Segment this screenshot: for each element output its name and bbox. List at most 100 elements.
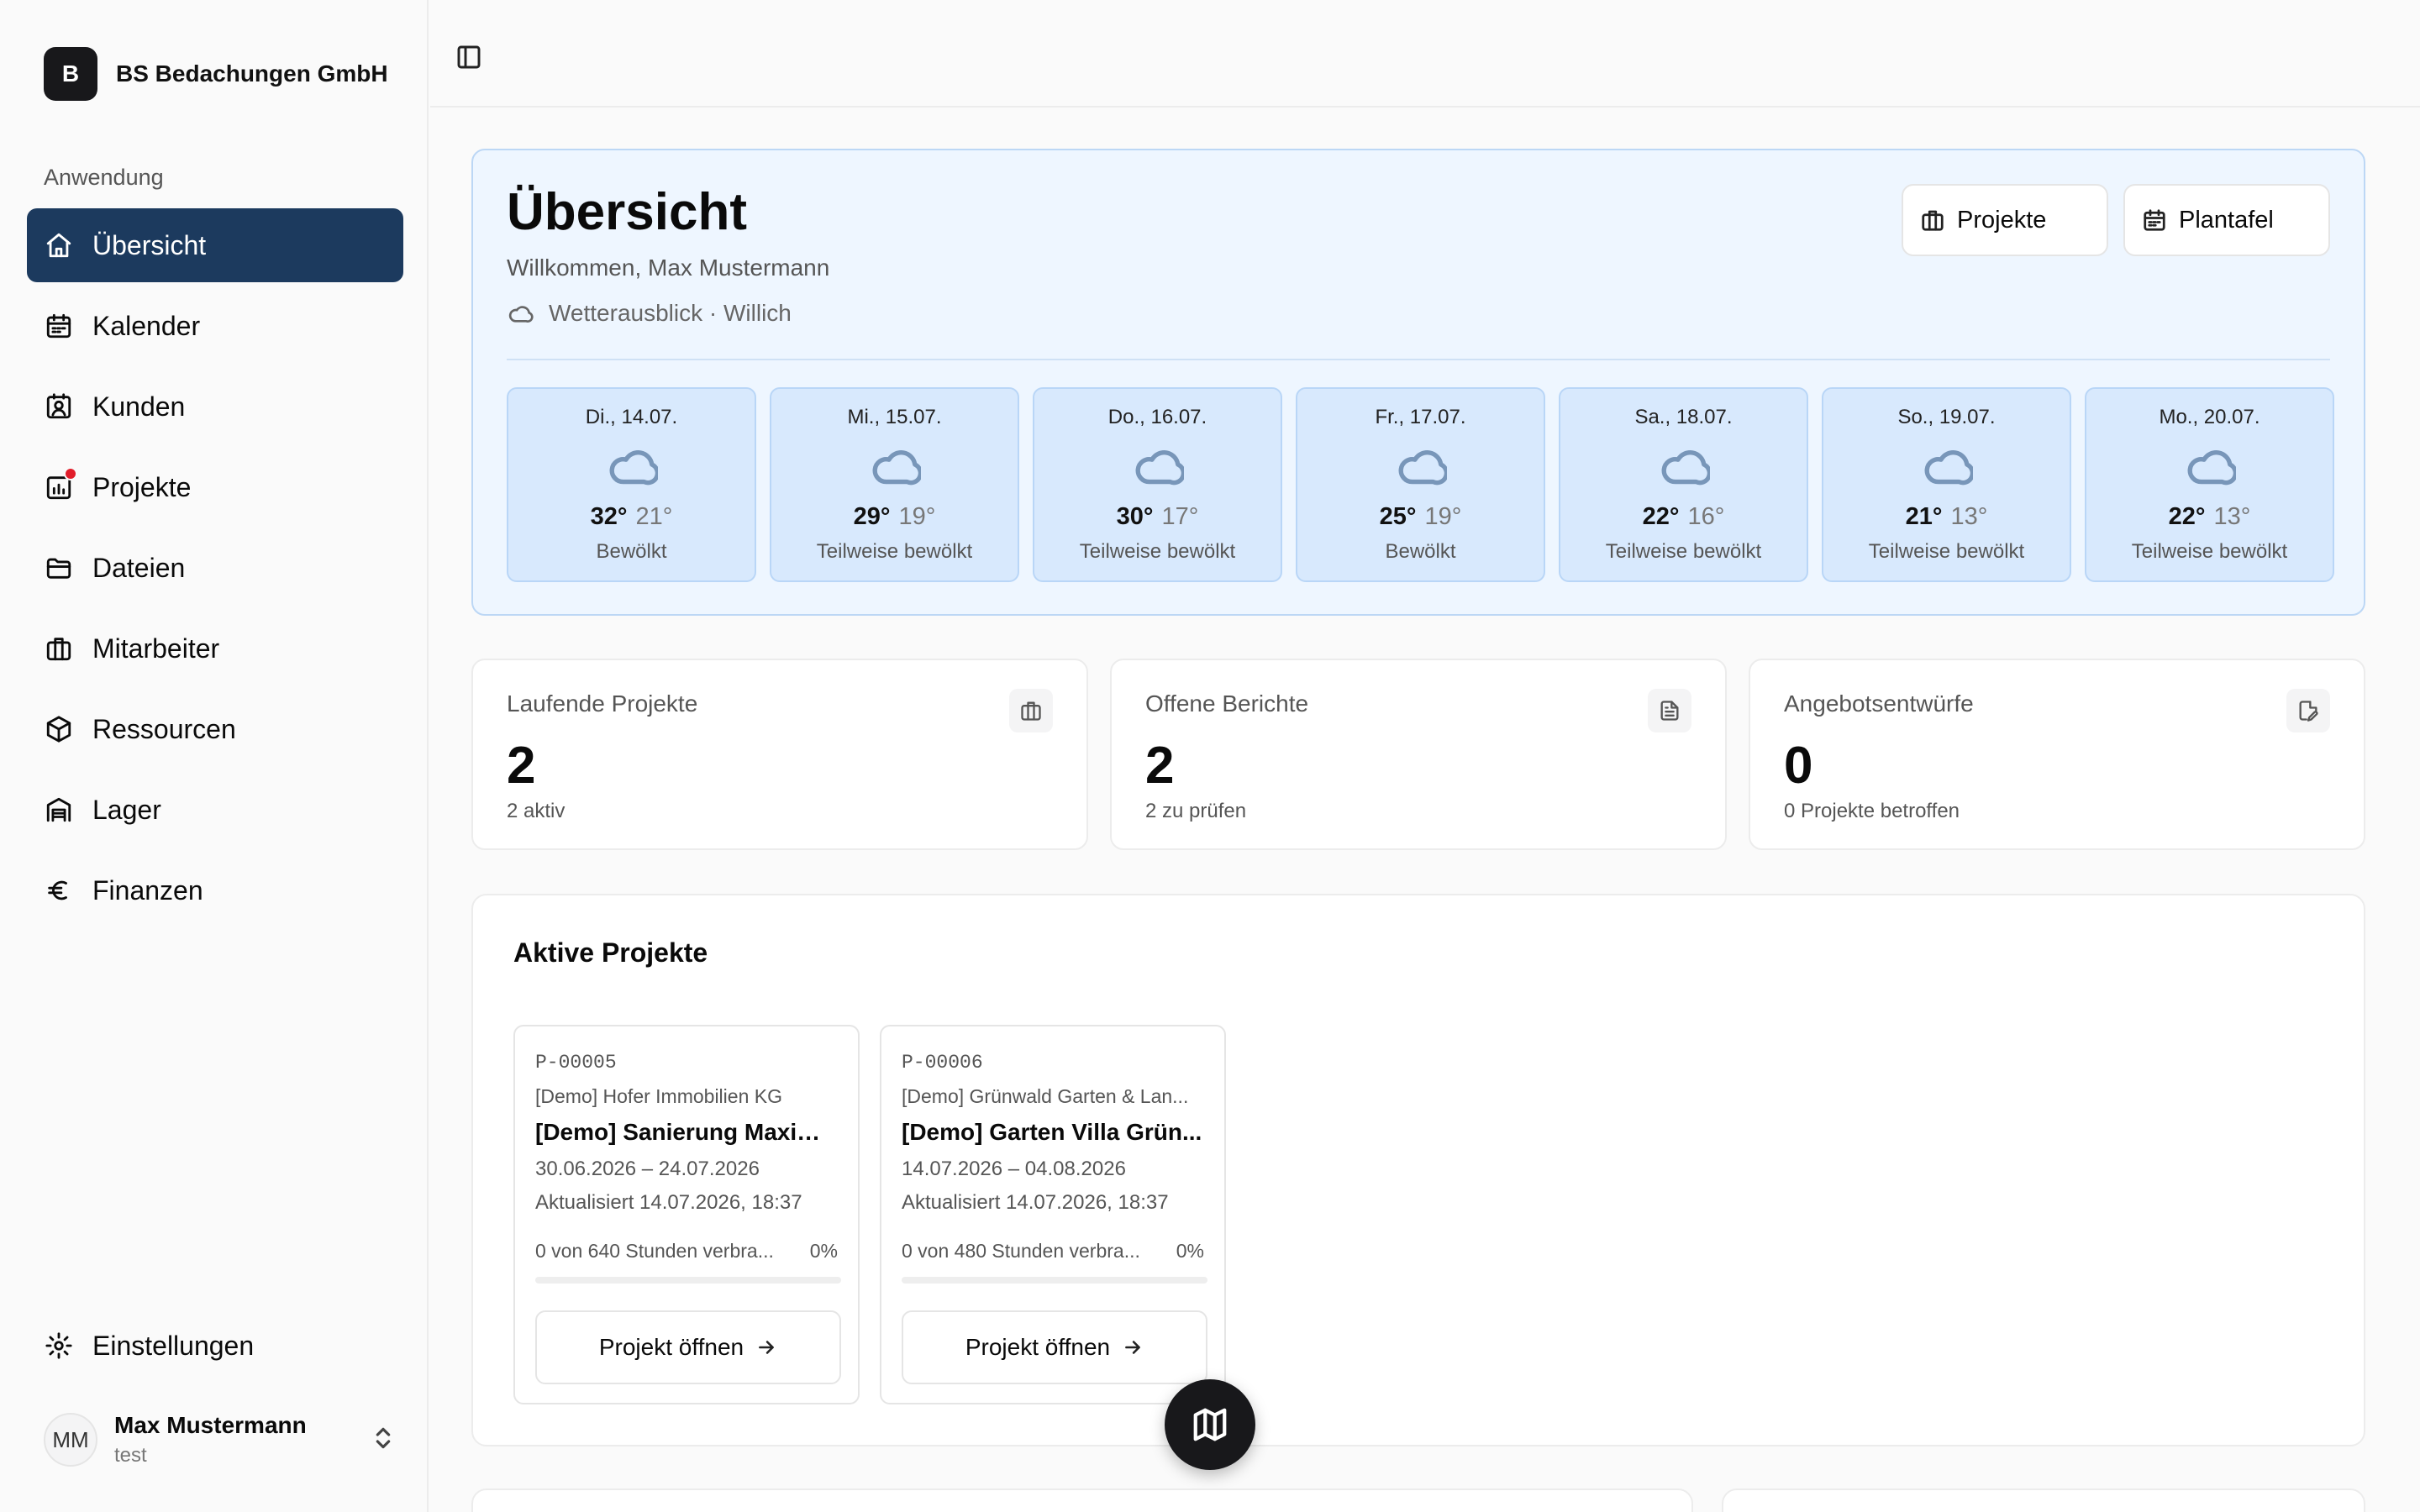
- document-icon: [1648, 689, 1691, 732]
- forecast-day: Sa., 18.07. 22° 16° Teilweise bewölkt: [1559, 387, 1808, 582]
- stat-card-running-projects[interactable]: Laufende Projekte 2 2 aktiv: [471, 659, 1088, 850]
- sidebar-item-kalender[interactable]: Kalender: [27, 289, 403, 363]
- user-name: Max Mustermann: [114, 1412, 307, 1438]
- sidebar-item-label: Projekte: [92, 471, 192, 502]
- gear-icon: [44, 1331, 74, 1361]
- stat-card-open-reports[interactable]: Offene Berichte 2 2 zu prüfen: [1110, 659, 1727, 850]
- sidebar-item-label: Lager: [92, 794, 161, 825]
- stat-label: Offene Berichte: [1145, 690, 1309, 717]
- forecast-low: 19°: [898, 503, 936, 530]
- project-updated: Aktualisiert 14.07.2026, 18:37: [535, 1191, 802, 1214]
- forecast-temps: 22° 13°: [2086, 503, 2333, 531]
- sidebar-item-ressourcen[interactable]: Ressourcen: [27, 692, 403, 766]
- sidebar-item-label: Kalender: [92, 310, 201, 341]
- sidebar-item-uebersicht[interactable]: Übersicht: [27, 208, 403, 282]
- overview-hero: Übersicht Willkommen, Max Mustermann Wet…: [471, 149, 2365, 616]
- sidebar-item-mitarbeiter[interactable]: Mitarbeiter: [27, 612, 403, 685]
- forecast-date: Fr., 17.07.: [1375, 406, 1466, 428]
- sidebar-toggle-button[interactable]: [455, 44, 489, 77]
- stat-label: Laufende Projekte: [507, 690, 698, 717]
- sidebar-item-dateien[interactable]: Dateien: [27, 531, 403, 605]
- map-fab-button[interactable]: [1165, 1379, 1255, 1470]
- divider: [507, 359, 2330, 360]
- forecast-low: 13°: [2213, 503, 2251, 530]
- forecast-day: Fr., 17.07. 25° 19° Bewölkt: [1296, 387, 1545, 582]
- cloud-icon: [508, 306, 534, 323]
- sidebar-item-finanzen[interactable]: Finanzen: [27, 853, 403, 927]
- forecast-temps: 22° 16°: [1560, 503, 1807, 531]
- forecast-day: Di., 14.07. 32° 21° Bewölkt: [507, 387, 756, 582]
- forecast-low: 13°: [1950, 503, 1988, 530]
- project-dates: 30.06.2026 – 24.07.2026: [535, 1158, 760, 1180]
- user-role: test: [114, 1444, 147, 1467]
- project-name: [Demo] Garten Villa Grün...: [902, 1119, 1202, 1145]
- sidebar-item-label: Ressourcen: [92, 713, 236, 744]
- warehouse-icon: [44, 795, 74, 825]
- forecast-condition: Teilweise bewölkt: [2131, 540, 2288, 563]
- forecast-condition: Teilweise bewölkt: [816, 540, 973, 563]
- forecast-date: So., 19.07.: [1897, 406, 1996, 428]
- forecast-low: 21°: [635, 503, 673, 530]
- plantafel-button-label: Plantafel: [2179, 206, 2274, 234]
- open-project-button[interactable]: Projekt öffnen: [902, 1310, 1207, 1384]
- progress-bar: [902, 1277, 1207, 1284]
- project-name: [Demo] Sanierung Maximi...: [535, 1119, 841, 1145]
- sidebar: B BS Bedachungen GmbH Anwendung Übersich…: [0, 0, 429, 1512]
- section-title: Aktive Projekte: [513, 937, 708, 968]
- forecast-low: 17°: [1161, 503, 1199, 530]
- nav-group-label: Anwendung: [44, 165, 164, 190]
- forecast-day: Do., 16.07. 30° 17° Teilweise bewölkt: [1033, 387, 1282, 582]
- user-menu[interactable]: MM Max Mustermann test: [44, 1404, 397, 1475]
- sidebar-item-lager[interactable]: Lager: [27, 773, 403, 847]
- stat-value: 0: [1784, 737, 1813, 795]
- plantafel-button[interactable]: Plantafel: [2123, 184, 2330, 256]
- open-project-button[interactable]: Projekt öffnen: [535, 1310, 841, 1384]
- project-percent: 0%: [809, 1240, 838, 1262]
- forecast-condition: Bewölkt: [596, 540, 667, 563]
- forecast-high: 21°: [1905, 503, 1943, 530]
- forecast-temps: 25° 19°: [1297, 503, 1544, 531]
- sidebar-item-label: Kunden: [92, 391, 186, 422]
- forecast-temps: 29° 19°: [771, 503, 1018, 531]
- sidebar-item-label: Mitarbeiter: [92, 633, 220, 664]
- hero-actions: Projekte Plantafel: [1902, 184, 2330, 256]
- stat-value: 2: [507, 737, 536, 795]
- sidebar-item-label: Übersicht: [92, 229, 207, 260]
- briefcase-icon: [1009, 689, 1053, 732]
- forecast-temps: 32° 21°: [508, 503, 755, 531]
- project-card[interactable]: P-00006 [Demo] Grünwald Garten & Lan... …: [880, 1025, 1226, 1404]
- avatar: MM: [44, 1413, 97, 1467]
- map-icon: [1193, 1408, 1227, 1441]
- notification-dot: [64, 467, 77, 480]
- brand[interactable]: B BS Bedachungen GmbH: [44, 47, 388, 101]
- sidebar-nav: Übersicht Kalender Kunden Projekte Datei…: [27, 208, 403, 934]
- stat-card-quote-drafts[interactable]: Angebotsentwürfe 0 0 Projekte betroffen: [1749, 659, 2365, 850]
- project-hours: 0 von 480 Stunden verbra...: [902, 1240, 1140, 1262]
- calendar-icon: [44, 311, 74, 341]
- open-project-label: Projekt öffnen: [598, 1334, 744, 1360]
- weather-forecast: Di., 14.07. 32° 21° Bewölkt Mi., 15.07. 29° 19…: [507, 387, 2334, 582]
- forecast-date: Mi., 15.07.: [847, 406, 942, 428]
- forecast-date: Mo., 20.07.: [2159, 406, 2260, 428]
- weather-location: Wetterausblick · Willich: [549, 300, 792, 326]
- forecast-high: 29°: [853, 503, 891, 530]
- arrow-right-icon: [759, 1341, 775, 1354]
- forecast-day: Mo., 20.07. 22° 13° Teilweise bewölkt: [2085, 387, 2334, 582]
- projects-button[interactable]: Projekte: [1902, 184, 2108, 256]
- forecast-day: Mi., 15.07. 29° 19° Teilweise bewölkt: [770, 387, 1019, 582]
- cloud-icon: [1297, 444, 1544, 488]
- sidebar-item-projekte[interactable]: Projekte: [27, 450, 403, 524]
- sidebar-item-einstellungen[interactable]: Einstellungen: [27, 1309, 403, 1383]
- sidebar-item-kunden[interactable]: Kunden: [27, 370, 403, 444]
- chevrons-up-down-icon[interactable]: [370, 1425, 397, 1456]
- forecast-date: Do., 16.07.: [1107, 406, 1207, 428]
- stat-subtext: 2 aktiv: [507, 800, 566, 822]
- project-id: P-00006: [902, 1052, 983, 1074]
- cloud-icon: [1823, 444, 2070, 488]
- forecast-high: 22°: [1642, 503, 1680, 530]
- project-client: [Demo] Grünwald Garten & Lan...: [902, 1085, 1189, 1107]
- active-projects-panel: Aktive Projekte P-00005 [Demo] Hofer Imm…: [471, 894, 2365, 1446]
- project-card[interactable]: P-00005 [Demo] Hofer Immobilien KG [Demo…: [513, 1025, 860, 1404]
- contact-icon: [44, 391, 74, 422]
- forecast-low: 16°: [1687, 503, 1725, 530]
